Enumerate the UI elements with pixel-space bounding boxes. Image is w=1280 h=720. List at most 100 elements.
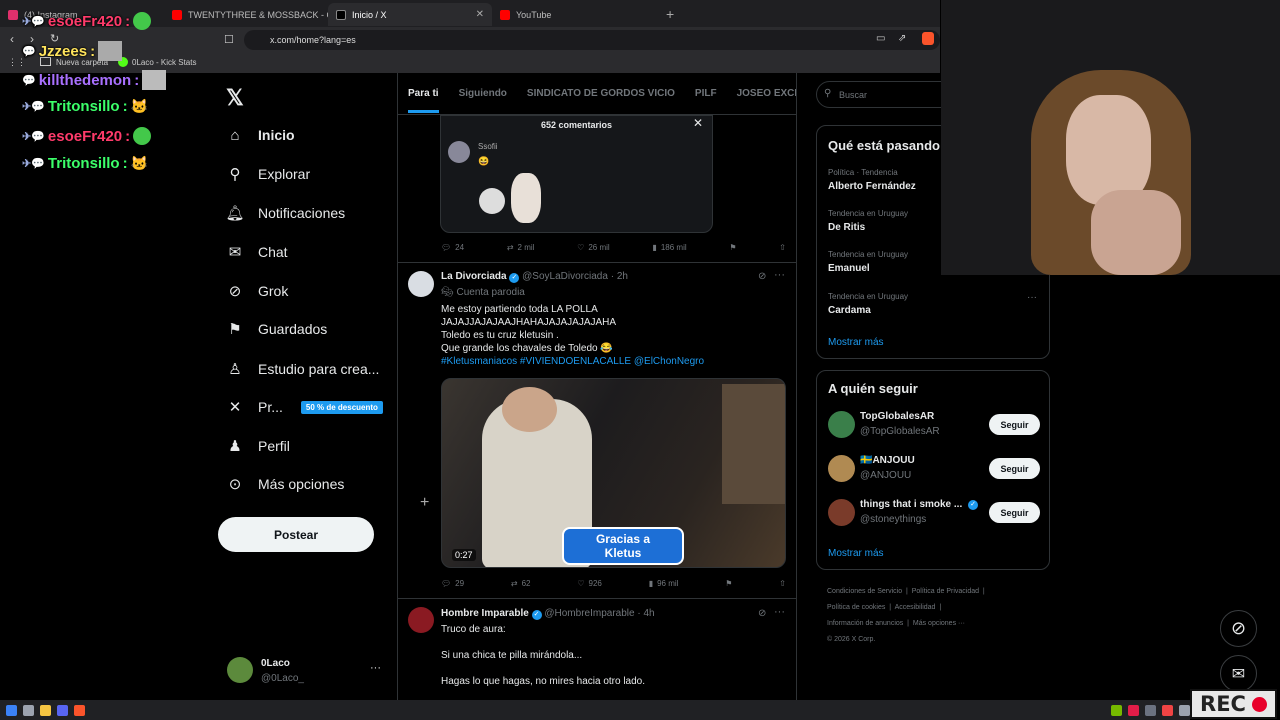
author-handle[interactable]: @HombreImparable bbox=[544, 608, 634, 619]
nav-profile[interactable]: ♟ Perfil bbox=[226, 437, 290, 455]
person-head bbox=[502, 387, 557, 432]
follow-button[interactable]: Seguir bbox=[989, 458, 1040, 479]
follow-button[interactable]: Seguir bbox=[989, 414, 1040, 435]
search-placeholder: Buscar bbox=[839, 89, 868, 100]
nav-premium[interactable]: ✕ Pr... 50 % de descuento bbox=[226, 398, 383, 416]
back-icon[interactable]: ‹ bbox=[10, 32, 14, 46]
address-bar-row: ‹ › ↻ ☐ x.com/home?lang=es ▭ ⇗ bbox=[0, 27, 940, 53]
nav-chat[interactable]: ✉ Chat bbox=[226, 243, 288, 261]
grok-icon[interactable]: ⊘ bbox=[758, 271, 766, 282]
share-icon[interactable]: ⇗ bbox=[898, 33, 906, 44]
browser-tab-youtube[interactable]: YouTube bbox=[492, 3, 656, 26]
tab-list-joseo[interactable]: JOSEO EXCLUSI bbox=[727, 88, 796, 99]
follow-button[interactable]: Seguir bbox=[989, 502, 1040, 523]
more-dots-icon[interactable]: ··· bbox=[774, 606, 785, 618]
footer-link[interactable]: Información de anuncios bbox=[827, 620, 903, 627]
author-name[interactable]: Hombre Imparable bbox=[441, 608, 529, 619]
show-more-link[interactable]: Mostrar más bbox=[828, 337, 884, 348]
more-dots-icon[interactable]: ··· bbox=[1027, 292, 1037, 303]
bookmark-icon: ⚑ bbox=[729, 243, 737, 252]
post[interactable]: 652 comentarios ✕ Ssofii 😆 💬︎ 24 ⇄ 2 mil ♡… bbox=[398, 115, 796, 263]
reply-icon: 💬︎ bbox=[441, 579, 452, 588]
grok-icon[interactable]: ⊘ bbox=[758, 608, 766, 619]
nav-grok[interactable]: ⊘ Grok bbox=[226, 282, 289, 300]
parody-label: 🎭︎ Cuenta parodia bbox=[441, 287, 525, 298]
brave-shield-icon[interactable] bbox=[922, 32, 934, 45]
tab-list-pilf[interactable]: PILF bbox=[685, 88, 727, 99]
close-tab-icon[interactable]: ✕ bbox=[476, 9, 484, 20]
chat-message: 💬 killthedemon: bbox=[22, 70, 167, 90]
bookmark-icon[interactable]: ☐ bbox=[224, 33, 234, 46]
footer-links: Condiciones de Servicio | Política de Pr… bbox=[827, 588, 985, 643]
discord-icon[interactable] bbox=[57, 704, 68, 716]
post[interactable]: La Divorciada ✓ @SoyLaDivorciada · 2h ⊘ … bbox=[398, 263, 796, 599]
nav-home[interactable]: ⌂ Inicio bbox=[226, 126, 295, 144]
tab-following[interactable]: Siguiendo bbox=[449, 88, 517, 99]
footer-link[interactable]: Política de Privacidad bbox=[912, 588, 979, 595]
start-icon[interactable] bbox=[6, 704, 17, 716]
badge-icon: ✈💬 bbox=[22, 158, 45, 170]
post[interactable]: Hombre Imparable ✓ @HombreImparable · 4h… bbox=[398, 599, 796, 700]
nav-creator-studio[interactable]: ♙ Estudio para crea... bbox=[226, 360, 379, 378]
repost-button[interactable]: ⇄ 62 bbox=[511, 579, 531, 588]
video-player[interactable]: Gracias a Kletus 0:27 bbox=[441, 378, 786, 568]
reply-button[interactable]: 💬︎ 29 bbox=[441, 579, 464, 588]
author-handle[interactable]: @SoyLaDivorciada bbox=[522, 271, 608, 282]
x-logo-icon bbox=[336, 9, 346, 20]
like-button[interactable]: ♡ 926 bbox=[577, 579, 602, 588]
avatar[interactable] bbox=[408, 271, 434, 297]
follow-suggestion[interactable]: 🇸🇪ANJOUU @ANJOUU Seguir bbox=[828, 453, 1040, 485]
new-tab-button[interactable]: + bbox=[656, 6, 684, 22]
views-button[interactable]: ▮ 96 mil bbox=[649, 579, 679, 588]
nav-label: Pr... bbox=[258, 399, 283, 415]
avatar[interactable] bbox=[408, 607, 434, 633]
brave-icon[interactable] bbox=[74, 704, 85, 716]
tab-for-you[interactable]: Para ti bbox=[398, 88, 449, 113]
verified-icon: ✓ bbox=[509, 273, 520, 283]
browser-tab-youtube-music[interactable]: TWENTYTHREE & MOSSBACK - C bbox=[164, 3, 328, 26]
x-logo-icon[interactable]: 𝕏 bbox=[226, 85, 244, 111]
views-button[interactable]: ▮ 186 mil bbox=[652, 243, 686, 252]
post-button[interactable]: Postear bbox=[218, 517, 374, 552]
author-name[interactable]: La Divorciada bbox=[441, 271, 507, 282]
like-button[interactable]: ♡ 26 mil bbox=[577, 243, 610, 252]
text-line: Me estoy partiendo toda LA POLLA bbox=[441, 304, 598, 315]
count: 24 bbox=[455, 243, 465, 252]
url-field[interactable]: x.com/home?lang=es bbox=[244, 30, 940, 50]
screen-icon[interactable]: ▭ bbox=[876, 33, 885, 44]
more-dots-icon[interactable]: ··· bbox=[774, 269, 785, 281]
footer-link[interactable]: Más opciones ··· bbox=[913, 620, 965, 627]
bookmark-button[interactable]: ⚑ bbox=[725, 579, 732, 588]
bookmark-link[interactable]: 0Laco - Kick Stats bbox=[132, 58, 196, 67]
show-more-link[interactable]: Mostrar más bbox=[828, 548, 884, 559]
nav-explore[interactable]: ⚲ Explorar bbox=[226, 165, 311, 183]
share-button[interactable]: ⇧ bbox=[779, 243, 786, 252]
tab-list-sindicato[interactable]: SINDICATO DE GORDOS VICIO bbox=[517, 88, 685, 99]
repost-button[interactable]: ⇄ 2 mil bbox=[507, 243, 535, 252]
share-button[interactable]: ⇧ bbox=[779, 579, 786, 588]
chat-user: Jzzees bbox=[38, 42, 88, 60]
footer-link[interactable]: Accesibilidad bbox=[895, 604, 936, 611]
follow-suggestion[interactable]: things that i smoke ... ✓ @stoneythings … bbox=[828, 497, 1040, 529]
nav-more[interactable]: ⊙ Más opciones bbox=[226, 475, 345, 493]
post-text: Truco de aura: Si una chica te pilla mir… bbox=[441, 623, 791, 688]
messages-floating-button[interactable]: ✉ bbox=[1220, 655, 1257, 692]
tray-icon bbox=[1145, 704, 1156, 716]
reply-button[interactable]: 💬︎ 24 bbox=[441, 243, 464, 252]
bookmark-button[interactable]: ⚑ bbox=[729, 243, 736, 252]
hashtags[interactable]: #Kletusmaniacos #VIVIENDOENLACALLE @ElCh… bbox=[441, 355, 791, 368]
grok-floating-button[interactable]: ⊘ bbox=[1220, 610, 1257, 647]
footer-link[interactable]: Política de cookies bbox=[827, 604, 885, 611]
nav-bookmarks[interactable]: ⚑ Guardados bbox=[226, 320, 327, 338]
explorer-icon[interactable] bbox=[23, 704, 34, 716]
post-time[interactable]: 2h bbox=[617, 271, 628, 282]
nav-label: Inicio bbox=[258, 127, 295, 143]
post-time[interactable]: 4h bbox=[643, 608, 654, 619]
tray-icon bbox=[1162, 704, 1173, 716]
browser-tab-x[interactable]: Inicio / X ✕ bbox=[328, 3, 492, 26]
footer-link[interactable]: Condiciones de Servicio bbox=[827, 588, 902, 595]
nav-notifications[interactable]: 🔔︎ Notificaciones bbox=[225, 204, 345, 222]
account-switcher[interactable]: 0Laco @0Laco_ ··· bbox=[218, 648, 388, 688]
follow-suggestion[interactable]: TopGlobalesAR @TopGlobalesAR Seguir bbox=[828, 409, 1040, 441]
folder-icon[interactable] bbox=[40, 704, 51, 716]
